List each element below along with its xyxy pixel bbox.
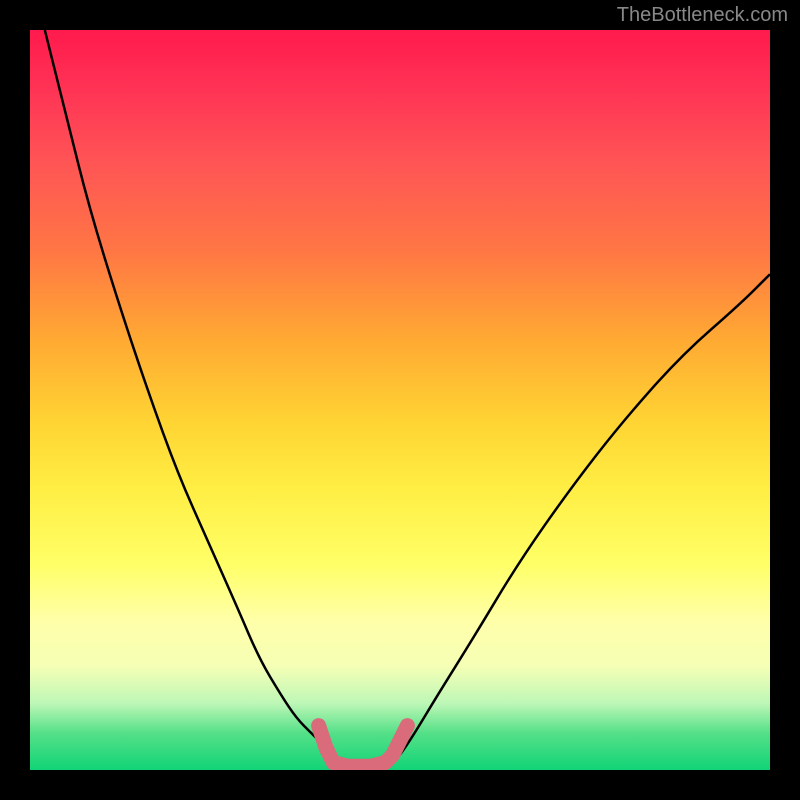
- curve-group: [45, 30, 770, 766]
- watermark-text: TheBottleneck.com: [617, 4, 788, 27]
- left-curve: [45, 30, 341, 763]
- bottom-highlight: [319, 726, 408, 767]
- chart-svg: [30, 30, 770, 770]
- right-curve: [393, 274, 770, 762]
